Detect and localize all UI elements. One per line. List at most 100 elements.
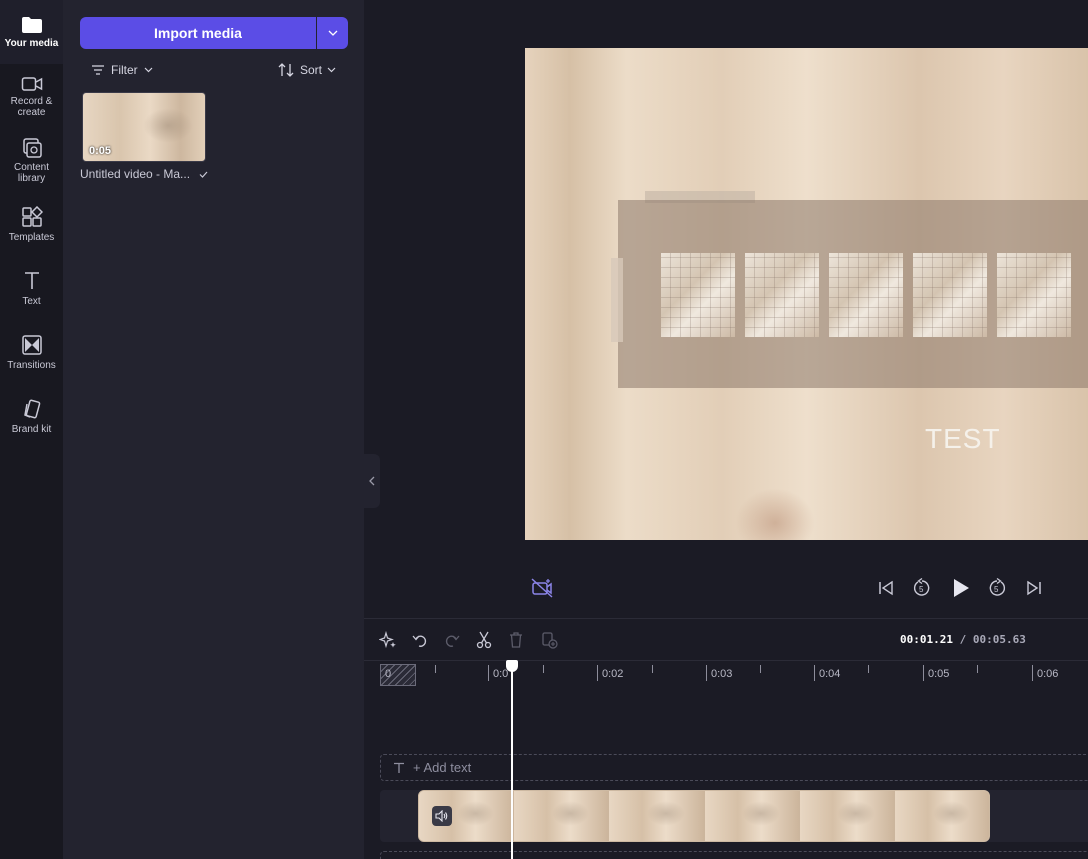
media-duration: 0:05 — [89, 145, 112, 157]
nav-item-label: Transitions — [7, 360, 56, 371]
sort-icon — [278, 63, 294, 77]
magic-tools-button[interactable] — [378, 630, 398, 650]
undo-button[interactable] — [410, 630, 430, 650]
trash-icon — [510, 632, 522, 648]
delete-button[interactable] — [506, 630, 526, 650]
nav-item-transitions[interactable]: Transitions — [0, 334, 63, 376]
chevron-left-icon — [369, 476, 375, 486]
duplicate-icon — [542, 632, 558, 649]
ruler-tick — [923, 665, 924, 681]
forward-5-button[interactable]: 5 — [986, 577, 1008, 599]
play-icon — [954, 579, 969, 597]
timeline: 00:01.21 / 00:05.63 0 0:0 0:02 0:03 0:04… — [364, 618, 1088, 859]
rewind-5-icon: 5 — [913, 578, 930, 596]
ruler-label: 0:06 — [1037, 668, 1059, 680]
preview-caption-text[interactable]: TEST — [925, 423, 1001, 455]
add-text-label: + Add text — [413, 760, 472, 775]
video-camera-icon — [21, 77, 42, 91]
filter-icon — [92, 65, 104, 75]
ruler-tick — [1032, 665, 1033, 681]
nav-item-label: Your media — [4, 38, 59, 49]
ruler-label: 0:0 — [493, 668, 509, 680]
nav-item-label: Text — [22, 296, 41, 307]
video-preview[interactable]: TEST — [525, 48, 1088, 540]
chevron-down-icon — [328, 30, 337, 36]
preview-shading — [735, 488, 815, 540]
nav-item-templates[interactable]: Templates — [0, 206, 63, 248]
ruler-tick — [435, 665, 436, 673]
playhead-handle[interactable] — [506, 660, 518, 672]
skip-to-end-button[interactable] — [1023, 578, 1045, 598]
skip-forward-icon — [1027, 580, 1041, 596]
timeline-ruler[interactable]: 0 0:0 0:02 0:03 0:04 0:05 0:06 — [364, 660, 1088, 686]
camera-off-icon — [531, 578, 553, 598]
ruler-tick — [652, 665, 653, 673]
play-button[interactable] — [949, 576, 973, 600]
templates-icon — [21, 206, 43, 227]
clip-frame — [704, 791, 800, 841]
clip-frame — [894, 791, 989, 841]
ruler-tick — [597, 665, 598, 681]
media-item-title: Untitled video - Ma... — [80, 167, 191, 181]
import-media-button[interactable]: Import media — [80, 17, 316, 49]
sparkle-icon — [379, 631, 396, 649]
video-clip[interactable] — [418, 790, 990, 842]
svg-text:5: 5 — [994, 585, 999, 594]
media-item-thumbnail[interactable]: 0:05 — [82, 92, 206, 162]
ruler-label: 0:04 — [819, 668, 841, 680]
transitions-icon — [21, 335, 42, 355]
rewind-5-button[interactable]: 5 — [911, 577, 933, 599]
collapse-panel-button[interactable] — [364, 454, 380, 508]
playhead-line — [511, 669, 513, 859]
filter-label: Filter — [111, 63, 138, 77]
pixelated-glyph — [913, 253, 987, 337]
redo-button[interactable] — [442, 630, 462, 650]
filter-button[interactable]: Filter — [91, 60, 153, 80]
nav-rail: Your media Record & create Content libra… — [0, 0, 63, 859]
chevron-down-icon — [144, 67, 153, 73]
ruler-tick — [760, 665, 761, 673]
thumbnail-image — [143, 108, 193, 143]
hide-preview-button[interactable] — [530, 577, 554, 599]
ruler-tick — [868, 665, 869, 673]
sort-button[interactable]: Sort — [277, 60, 336, 80]
chevron-down-icon — [327, 67, 336, 73]
ruler-tick — [977, 665, 978, 673]
pixelated-glyph — [997, 253, 1071, 337]
pixelated-glyph — [661, 253, 735, 337]
skip-back-icon — [879, 580, 893, 596]
pixelated-title-text — [661, 253, 1071, 337]
text-icon — [24, 272, 39, 289]
content-library-icon — [22, 138, 42, 158]
import-options-button[interactable] — [317, 17, 348, 49]
add-text-track[interactable]: + Add text — [380, 754, 1088, 781]
ruler-label: 0:05 — [928, 668, 950, 680]
nav-item-content-library[interactable]: Content library — [0, 138, 63, 188]
redo-icon — [445, 635, 460, 647]
title-side-stub — [611, 258, 623, 342]
pixelated-glyph — [745, 253, 819, 337]
media-panel: Import media Filter Sort 0:05 Untitled v… — [63, 0, 364, 859]
split-button[interactable] — [474, 630, 494, 650]
nav-item-label: Content library — [13, 162, 50, 184]
svg-text:5: 5 — [919, 585, 924, 594]
nav-item-text[interactable]: Text — [0, 270, 63, 312]
add-audio-track[interactable] — [380, 851, 1088, 859]
nav-item-brand-kit[interactable]: Brand kit — [0, 398, 63, 440]
skip-to-start-button[interactable] — [875, 578, 897, 598]
pixelated-glyph — [829, 253, 903, 337]
ruler-tick — [488, 665, 489, 681]
nav-item-record-create[interactable]: Record & create — [0, 76, 63, 126]
ruler-label: 0:03 — [711, 668, 733, 680]
media-item-name[interactable]: Untitled video - Ma... — [80, 167, 215, 181]
nav-item-your-media[interactable]: Your media — [0, 0, 63, 64]
duplicate-button[interactable] — [539, 630, 559, 650]
clip-volume-button[interactable] — [432, 806, 452, 826]
text-icon — [394, 762, 404, 773]
clip-frame — [799, 791, 895, 841]
checkmark-icon — [199, 171, 208, 178]
forward-5-icon: 5 — [989, 578, 1006, 596]
sort-label: Sort — [300, 63, 323, 77]
nav-item-label: Record & create — [10, 96, 53, 118]
nav-item-label: Templates — [8, 232, 55, 243]
